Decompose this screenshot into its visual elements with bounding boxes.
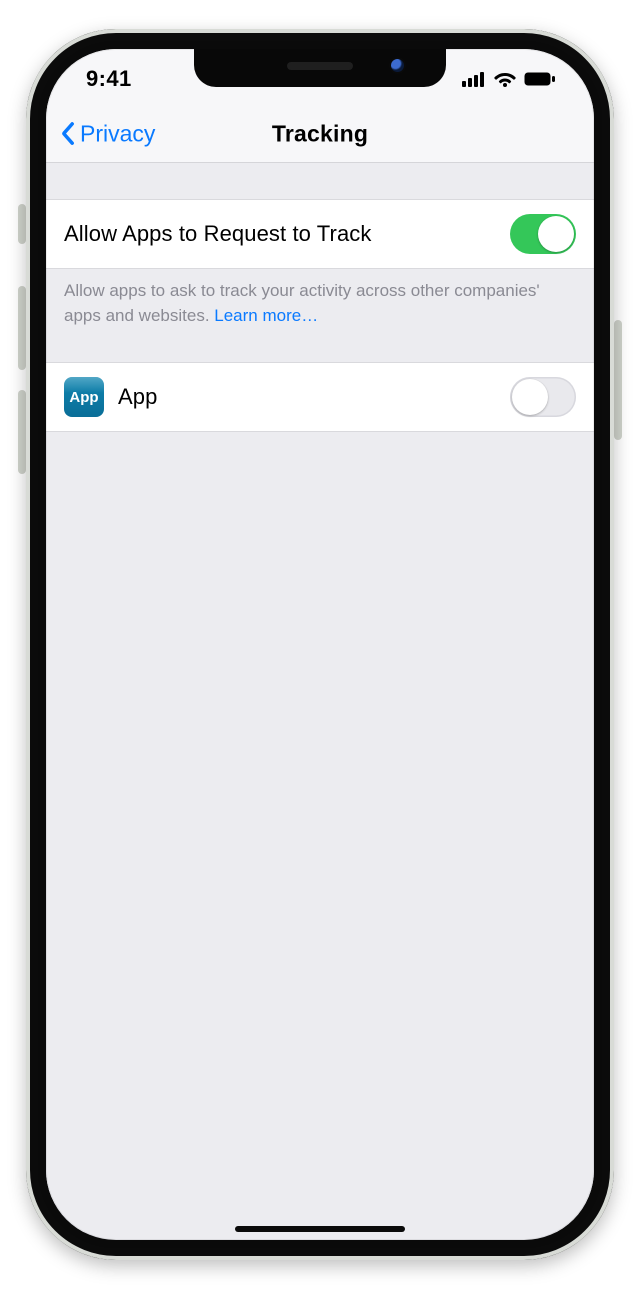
learn-more-link[interactable]: Learn more… bbox=[214, 306, 318, 325]
mute-switch bbox=[18, 204, 26, 244]
notch bbox=[194, 49, 446, 87]
content-area: Allow Apps to Request to Track Allow app… bbox=[46, 163, 594, 1232]
chevron-left-icon bbox=[60, 122, 76, 146]
app-row: App App bbox=[46, 362, 594, 432]
back-button[interactable]: Privacy bbox=[60, 120, 155, 147]
app-icon: App bbox=[64, 377, 104, 417]
status-time: 9:41 bbox=[86, 66, 132, 92]
volume-up-button bbox=[18, 286, 26, 370]
navigation-bar: Privacy Tracking bbox=[46, 105, 594, 163]
side-button bbox=[614, 320, 622, 440]
allow-apps-label: Allow Apps to Request to Track bbox=[64, 221, 372, 247]
home-indicator[interactable] bbox=[235, 1226, 405, 1232]
allow-apps-footer: Allow apps to ask to track your activity… bbox=[46, 269, 594, 346]
volume-down-button bbox=[18, 390, 26, 474]
status-right bbox=[462, 71, 556, 87]
cellular-icon bbox=[462, 71, 486, 87]
front-camera bbox=[391, 59, 404, 72]
screen: 9:41 Priv bbox=[46, 49, 594, 1240]
back-label: Privacy bbox=[80, 120, 155, 147]
app-icon-text: App bbox=[69, 389, 98, 406]
speaker-grille bbox=[287, 62, 353, 70]
device-frame: 9:41 Priv bbox=[26, 29, 614, 1260]
app-name: App bbox=[118, 384, 157, 410]
allow-apps-row: Allow Apps to Request to Track bbox=[46, 199, 594, 269]
app-tracking-toggle[interactable] bbox=[510, 377, 576, 417]
battery-icon bbox=[524, 71, 556, 87]
wifi-icon bbox=[494, 71, 516, 87]
group-separator bbox=[46, 346, 594, 362]
allow-apps-toggle[interactable] bbox=[510, 214, 576, 254]
page-title: Tracking bbox=[272, 120, 368, 147]
